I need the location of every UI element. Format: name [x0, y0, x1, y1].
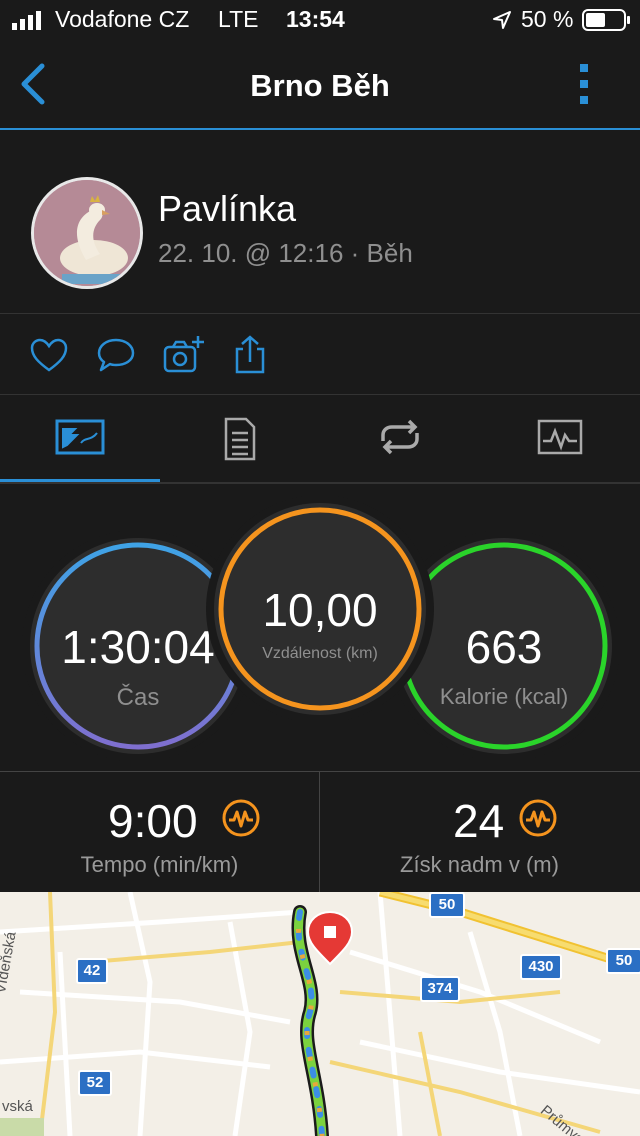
calories-label: Kalorie (kcal) [439, 684, 569, 709]
road-badge: 50 [606, 948, 640, 974]
elevation-metric[interactable]: 24 Získ nadm v (m) [320, 772, 639, 892]
battery-label: 50 % [521, 6, 574, 32]
avatar[interactable] [31, 177, 143, 289]
pace-value: 9:00 [108, 795, 198, 847]
document-list-icon [224, 417, 256, 461]
laps-repeat-icon [381, 419, 419, 455]
swan-avatar-image [34, 180, 140, 286]
calories-value: 663 [465, 621, 543, 673]
stats-panel: 1:30:04 Čas 663 Kalorie (kcal) 10,00 Vzd… [0, 483, 640, 772]
user-name[interactable]: Pavlínka [158, 188, 296, 230]
activity-header: Pavlínka 22. 10. @ 12:16 · Běh [0, 130, 640, 314]
pace-chart-icon [222, 799, 260, 837]
elevation-label: Získ nadm v (m) [400, 852, 559, 877]
road-badge: 52 [78, 1070, 112, 1096]
carrier-label: Vodafone CZ [55, 6, 190, 32]
tab-bar [0, 395, 640, 484]
map-canvas [0, 892, 640, 1136]
comment-bubble-icon[interactable] [95, 334, 137, 376]
tab-details[interactable] [160, 395, 320, 482]
add-photo-icon[interactable] [162, 334, 204, 376]
road-badge: 430 [520, 954, 562, 980]
action-bar [0, 314, 640, 395]
status-bar: Vodafone CZ LTE 13:54 50 % [0, 0, 640, 40]
distance-stat: 10,00 Vzdálenost (km) [214, 503, 426, 715]
network-label: LTE [218, 6, 259, 32]
street-label: vská [2, 1098, 33, 1115]
tab-laps[interactable] [320, 395, 480, 482]
calories-stat: 663 Kalorie (kcal) [396, 538, 612, 754]
page-title: Brno Běh [250, 68, 390, 103]
chart-pulse-icon [537, 419, 583, 455]
navigation-bar: Brno Běh [0, 40, 640, 130]
activity-subtitle: 22. 10. @ 12:16 · Běh [158, 238, 413, 268]
location-arrow-icon [493, 11, 511, 29]
road-badge: 50 [429, 892, 465, 918]
battery-icon [582, 9, 630, 31]
signal-icon [12, 11, 41, 30]
active-tab-indicator [0, 479, 160, 482]
metrics-divider [319, 772, 320, 892]
clock: 13:54 [286, 6, 345, 32]
more-options-icon[interactable] [576, 62, 592, 106]
elevation-chart-icon [519, 799, 557, 837]
pace-metric[interactable]: 9:00 Tempo (min/km) [0, 772, 319, 892]
distance-value: 10,00 [262, 584, 378, 636]
like-heart-icon[interactable] [28, 334, 70, 376]
share-icon[interactable] [229, 334, 271, 376]
metrics-row: 9:00 Tempo (min/km) 24 Získ nadm v (m) [0, 772, 640, 892]
route-map[interactable]: 50 42 374 430 50 52 Vídeňská vská Průmys… [0, 892, 640, 1136]
elevation-value: 24 [453, 795, 505, 847]
distance-label: Vzdálenost (km) [262, 645, 378, 662]
tab-charts[interactable] [480, 395, 640, 482]
tab-overview[interactable] [0, 395, 160, 482]
overview-tab-icon [55, 419, 105, 455]
road-badge: 42 [76, 958, 108, 984]
road-badge: 374 [420, 976, 460, 1002]
pace-label: Tempo (min/km) [80, 852, 239, 877]
